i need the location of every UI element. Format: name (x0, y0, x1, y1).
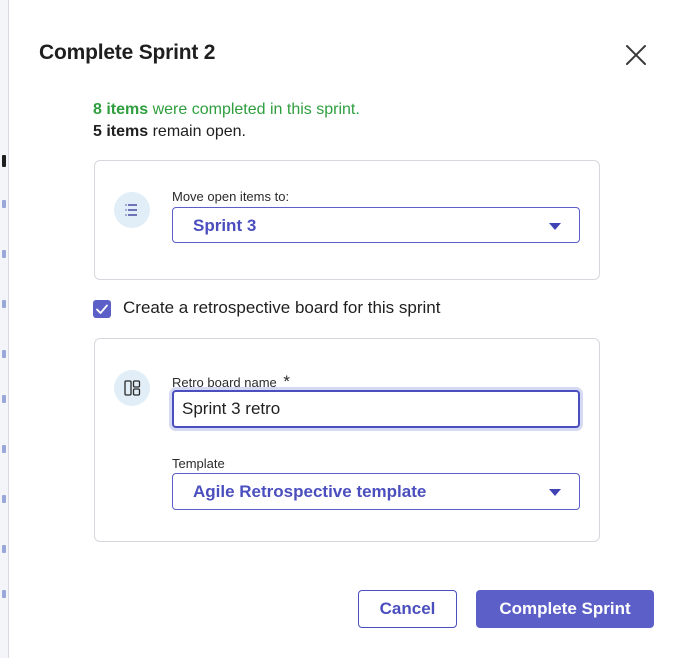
move-items-card: Move open items to: Sprint 3 (94, 160, 600, 280)
dropdown-caret-icon (549, 489, 561, 496)
completed-summary: 8 items were completed in this sprint. (93, 99, 360, 121)
complete-sprint-button[interactable]: Complete Sprint (476, 590, 654, 628)
open-summary: 5 items remain open. (93, 121, 360, 143)
background-link-mark (2, 350, 6, 358)
background-link-mark (2, 200, 6, 208)
create-retro-label: Create a retrospective board for this sp… (123, 298, 441, 317)
move-items-selected: Sprint 3 (193, 216, 257, 235)
template-select[interactable]: Agile Retrospective template (172, 473, 580, 510)
move-items-label: Move open items to: (172, 189, 290, 204)
completed-text: were completed in this sprint. (148, 101, 360, 118)
retro-name-input[interactable]: Sprint 3 retro (172, 390, 580, 428)
board-layout-icon (114, 370, 150, 406)
background-link-mark (2, 495, 6, 503)
background-link-mark (2, 395, 6, 403)
template-selected: Agile Retrospective template (193, 482, 427, 501)
close-button[interactable] (621, 40, 651, 70)
background-link-mark (2, 590, 6, 598)
open-text: remain open. (148, 123, 246, 140)
template-label: Template (172, 456, 225, 471)
background-link-mark (2, 545, 6, 553)
sprint-summary: 8 items were completed in this sprint. 5… (93, 99, 360, 143)
list-icon (114, 192, 150, 228)
background-page-strip (0, 0, 8, 658)
move-items-select[interactable]: Sprint 3 (172, 207, 580, 243)
retro-board-card: Retro board name * Sprint 3 retro Templa… (94, 338, 600, 542)
create-retro-checkbox[interactable] (93, 300, 111, 318)
required-marker: * (283, 372, 291, 391)
retro-name-label: Retro board name (172, 375, 277, 390)
retro-name-label-row: Retro board name * (172, 372, 290, 392)
retro-name-value: Sprint 3 retro (182, 399, 281, 418)
complete-sprint-dialog: Complete Sprint 2 8 items were completed… (8, 0, 676, 658)
open-count: 5 items (93, 123, 149, 140)
dialog-title: Complete Sprint 2 (39, 41, 216, 64)
completed-count: 8 items (93, 101, 149, 118)
cancel-button[interactable]: Cancel (358, 590, 457, 628)
background-link-mark (2, 250, 6, 258)
close-icon (626, 45, 646, 65)
checkmark-icon (96, 304, 108, 314)
background-link-mark (2, 300, 6, 308)
background-link-mark (2, 445, 6, 453)
dropdown-caret-icon (549, 223, 561, 230)
background-text-mark (2, 155, 6, 167)
